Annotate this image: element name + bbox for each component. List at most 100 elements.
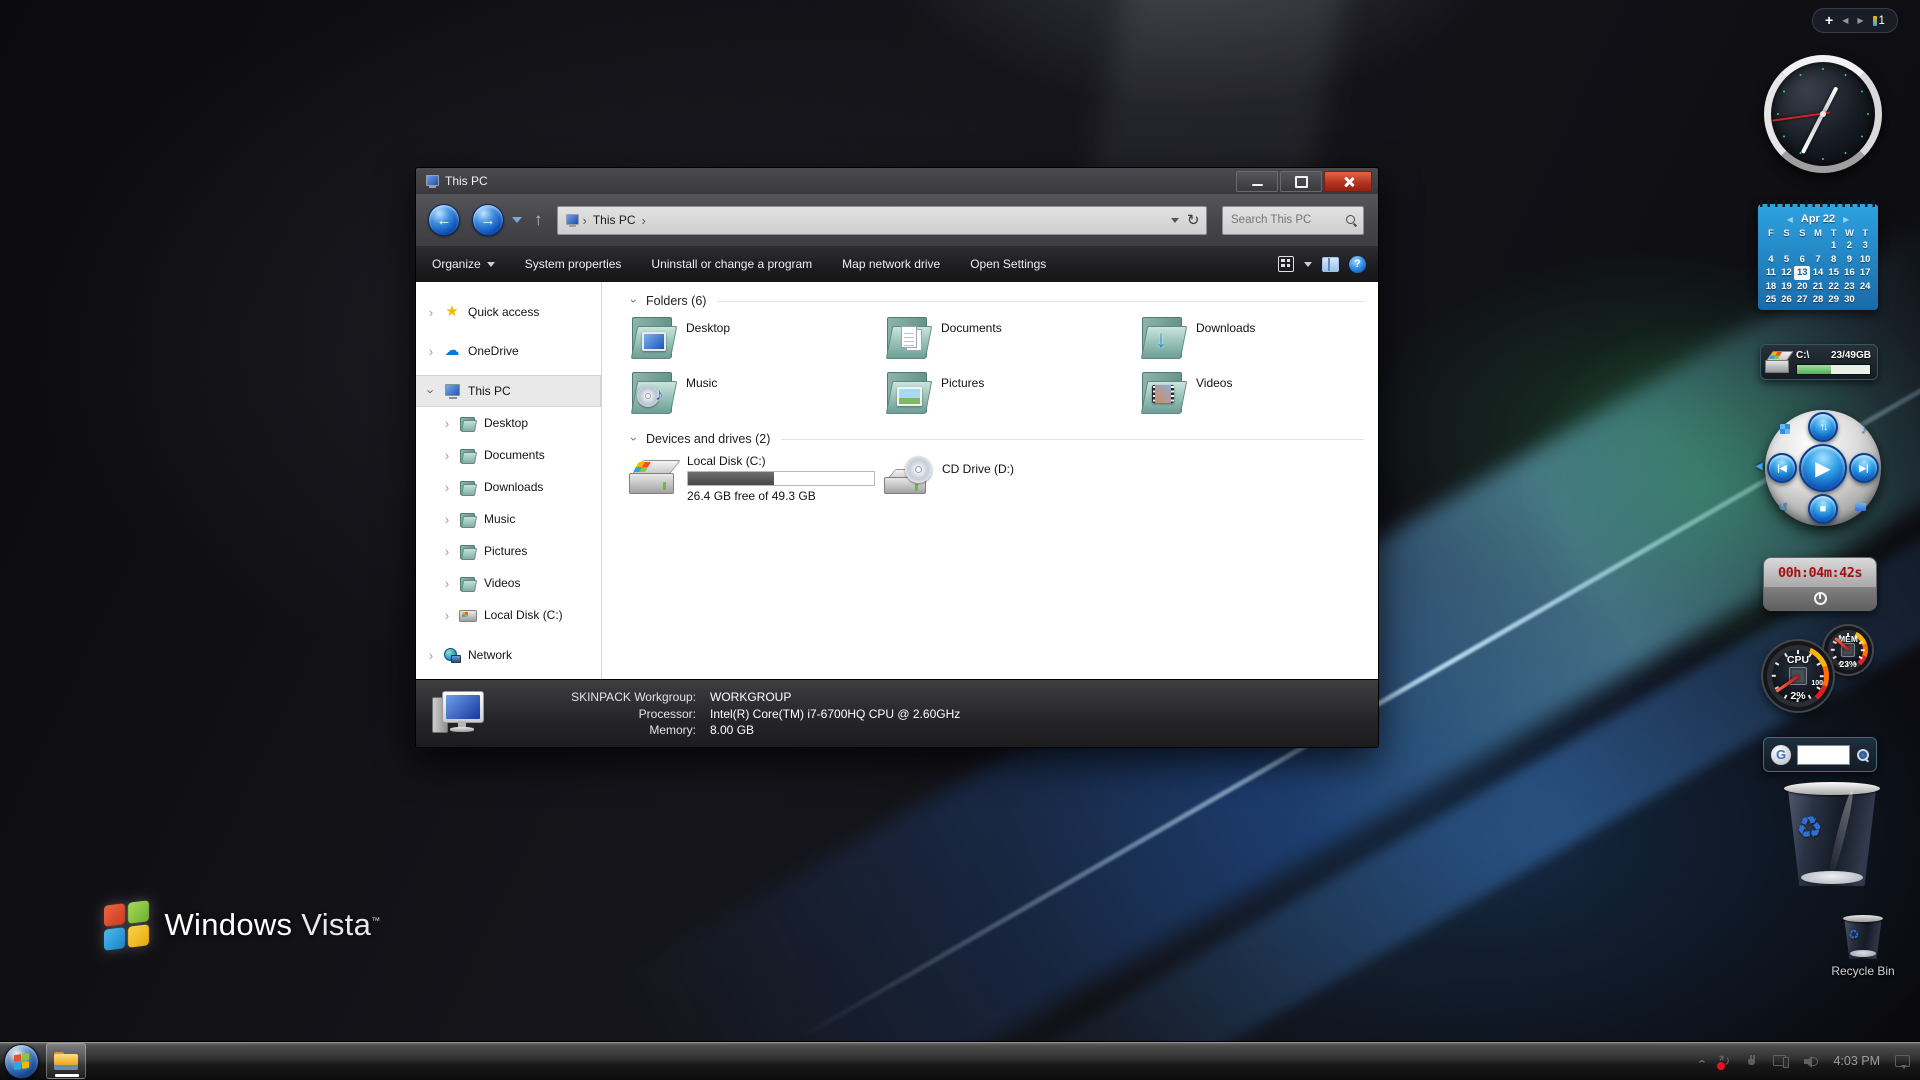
calendar-day[interactable]: 29 xyxy=(1826,293,1842,307)
collapse-chevron-icon[interactable]: › xyxy=(627,296,641,306)
views-dropdown-icon[interactable] xyxy=(1304,261,1312,267)
calendar-day[interactable]: 1 xyxy=(1826,239,1842,253)
sidebar-item-this-pc[interactable]: › This PC xyxy=(416,375,601,407)
calendar-day[interactable]: 23 xyxy=(1842,280,1858,294)
expand-chevron-icon[interactable]: › xyxy=(426,344,436,359)
calendar-day[interactable]: 18 xyxy=(1763,280,1779,294)
open-settings-button[interactable]: Open Settings xyxy=(970,257,1046,271)
add-gadget-button[interactable]: + xyxy=(1825,12,1833,28)
windows-grid-icon[interactable] xyxy=(1780,424,1790,434)
calendar-day[interactable]: 5 xyxy=(1779,253,1795,267)
organize-button[interactable]: Organize xyxy=(432,257,495,271)
search-icon[interactable] xyxy=(1346,214,1357,226)
calendar-day[interactable]: 13 xyxy=(1794,266,1811,280)
page-prev-icon[interactable]: ◀ xyxy=(1842,16,1848,25)
swap-tracks-button[interactable]: ↑↓ xyxy=(1808,412,1838,442)
search-input[interactable] xyxy=(1229,213,1346,227)
play-button[interactable]: ▶ xyxy=(1799,444,1847,492)
sidebar-item-desktop[interactable]: › Desktop xyxy=(416,407,601,439)
cpu-gauge-gadget[interactable]: CPU 100 2% xyxy=(1763,641,1833,711)
calendar-day[interactable] xyxy=(1794,239,1810,253)
back-button[interactable]: ← xyxy=(428,204,460,236)
search-gadget[interactable]: G xyxy=(1763,737,1877,772)
expand-chevron-icon[interactable]: › xyxy=(426,305,436,320)
preview-pane-icon[interactable] xyxy=(1322,256,1339,272)
gadget-search-input[interactable] xyxy=(1797,744,1850,765)
taskbar-clock[interactable]: 4:03 PM xyxy=(1833,1054,1880,1068)
folders-group-header[interactable]: › Folders (6) xyxy=(627,294,1364,308)
minimize-button[interactable] xyxy=(1236,171,1278,192)
calendar-day[interactable] xyxy=(1857,293,1873,307)
repeat-icon[interactable]: ↺ xyxy=(1778,500,1788,514)
expand-chevron-icon[interactable]: › xyxy=(442,448,452,463)
calendar-day[interactable]: 6 xyxy=(1794,253,1810,267)
calendar-day[interactable]: 17 xyxy=(1857,266,1873,280)
calendar-day[interactable] xyxy=(1779,239,1795,253)
map-network-drive-button[interactable]: Map network drive xyxy=(842,257,940,271)
drive-meter-gadget[interactable]: C:\ 23/49GB xyxy=(1760,344,1878,380)
drive-tile-local-disk[interactable]: Local Disk (C:) 26.4 GB free of 49.3 GB xyxy=(629,454,884,514)
sidebar-item-videos[interactable]: › Videos xyxy=(416,567,601,599)
folder-tile-desktop[interactable]: Desktop xyxy=(629,316,884,371)
calendar-day[interactable]: 22 xyxy=(1826,280,1842,294)
calendar-day[interactable]: 4 xyxy=(1763,253,1779,267)
calendar-day[interactable]: 25 xyxy=(1763,293,1779,307)
recycle-bin-desktop-icon[interactable]: ♻ xyxy=(1843,915,1883,959)
hidden-icons-chevron[interactable]: › xyxy=(1693,1059,1708,1063)
folder-shortcut-icon[interactable] xyxy=(1855,503,1866,511)
collapse-chevron-icon[interactable]: › xyxy=(424,386,439,396)
expand-chevron-icon[interactable]: › xyxy=(442,544,452,559)
expand-chevron-icon[interactable]: › xyxy=(442,512,452,527)
start-button[interactable] xyxy=(4,1044,39,1079)
folder-tile-documents[interactable]: Documents xyxy=(884,316,1139,371)
sidebar-item-documents[interactable]: › Documents xyxy=(416,439,601,471)
expand-chevron-icon[interactable]: › xyxy=(426,648,436,663)
calendar-day[interactable]: 7 xyxy=(1810,253,1826,267)
calendar-day[interactable]: 16 xyxy=(1842,266,1858,280)
search-box[interactable] xyxy=(1222,205,1364,235)
calendar-day[interactable]: 9 xyxy=(1842,253,1858,267)
expand-chevron-icon[interactable]: › xyxy=(442,608,452,623)
recycle-bin-gadget[interactable]: ♻ xyxy=(1784,782,1880,886)
folder-tile-videos[interactable]: Videos xyxy=(1139,371,1378,426)
power-plug-icon[interactable] xyxy=(1745,1054,1758,1068)
calendar-day[interactable]: 21 xyxy=(1810,280,1826,294)
sidebar-item-downloads[interactable]: › Downloads xyxy=(416,471,601,503)
media-collapse-icon[interactable]: ◀ xyxy=(1755,461,1763,472)
help-icon[interactable]: ? xyxy=(1349,255,1366,273)
maximize-button[interactable] xyxy=(1280,171,1322,192)
folder-tile-downloads[interactable]: ↓ Downloads xyxy=(1139,316,1378,371)
up-button[interactable]: ↑ xyxy=(534,210,543,230)
collapse-chevron-icon[interactable]: › xyxy=(627,434,641,444)
action-center-icon[interactable] xyxy=(1895,1054,1910,1069)
titlebar[interactable]: This PC xyxy=(416,168,1378,194)
drive-tile-cd[interactable]: CD Drive (D:) xyxy=(884,454,1139,514)
address-dropdown-icon[interactable] xyxy=(1170,217,1179,223)
calendar-day[interactable] xyxy=(1763,239,1779,253)
sidebar-item-music[interactable]: › Music xyxy=(416,503,601,535)
calendar-day[interactable]: 24 xyxy=(1857,280,1873,294)
calendar-day[interactable]: 8 xyxy=(1826,253,1842,267)
next-button[interactable]: ▶| xyxy=(1849,453,1879,483)
sidebar-item-quick-access[interactable]: › ★ Quick access xyxy=(416,296,601,328)
sidebar-item-local-disk[interactable]: › Local Disk (C:) xyxy=(416,599,601,631)
display-device-icon[interactable] xyxy=(1773,1055,1790,1068)
calendar-day[interactable]: 12 xyxy=(1779,266,1795,280)
recent-locations-dropdown-icon[interactable] xyxy=(512,217,522,223)
calendar-day[interactable]: 19 xyxy=(1779,280,1795,294)
calendar-gadget[interactable]: ◀ Apr 22 ▶ FSSMTWT 1 2 3 4 5 6 7 8 9 10 11 12 13 14 15… xyxy=(1758,200,1878,310)
page-next-icon[interactable]: ▶ xyxy=(1857,16,1863,25)
sidebar-item-pictures[interactable]: › Pictures xyxy=(416,535,601,567)
folder-tile-music[interactable]: ♪ Music xyxy=(629,371,884,426)
calendar-day[interactable]: 27 xyxy=(1794,293,1810,307)
forward-button[interactable]: → xyxy=(472,204,504,236)
calendar-day[interactable]: 30 xyxy=(1842,293,1858,307)
calendar-day[interactable]: 11 xyxy=(1763,266,1779,280)
calendar-day[interactable]: 15 xyxy=(1826,266,1842,280)
address-bar[interactable]: › This PC › ↻ xyxy=(556,205,1207,235)
clock-gadget[interactable] xyxy=(1764,55,1882,173)
refresh-icon[interactable]: ↻ xyxy=(1187,211,1200,229)
expand-chevron-icon[interactable]: › xyxy=(442,576,452,591)
timer-gadget[interactable]: 00h:04m:42s xyxy=(1763,557,1877,611)
sidebar-item-onedrive[interactable]: › ☁ OneDrive xyxy=(416,335,601,367)
